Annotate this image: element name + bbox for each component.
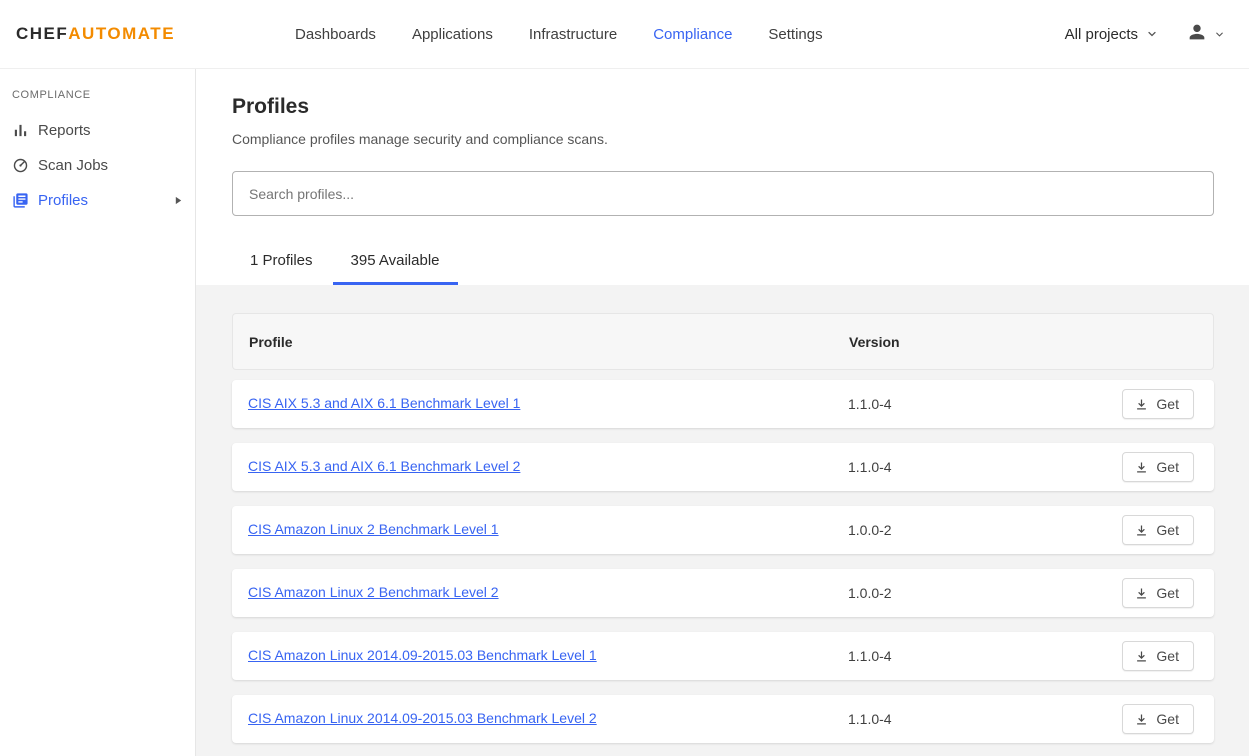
user-menu[interactable] (1186, 21, 1225, 48)
profile-link[interactable]: CIS Amazon Linux 2014.09-2015.03 Benchma… (248, 710, 597, 726)
download-icon (1134, 523, 1149, 538)
primary-nav: Dashboards Applications Infrastructure C… (295, 26, 823, 43)
sidebar-item-label: Scan Jobs (38, 157, 108, 174)
table-row: CIS Amazon Linux 2 Benchmark Level 2 1.0… (232, 569, 1214, 617)
table-header-row: Profile Version (232, 313, 1214, 370)
chevron-down-icon (1214, 29, 1225, 40)
tab-my-profiles[interactable]: 1 Profiles (232, 242, 331, 285)
get-button-label: Get (1156, 648, 1179, 664)
chevron-down-icon (1146, 28, 1158, 40)
tab-available-profiles[interactable]: 395 Available (333, 242, 458, 285)
profile-version: 1.1.0-4 (848, 648, 1122, 664)
download-icon (1134, 712, 1149, 727)
sidebar-item-profiles[interactable]: Profiles (0, 183, 195, 218)
profiles-tabs: 1 Profiles 395 Available (232, 242, 1214, 285)
expand-triangle-icon[interactable] (174, 196, 183, 205)
get-button-label: Get (1156, 396, 1179, 412)
chef-automate-logo[interactable]: CHEFAUTOMATE (16, 24, 175, 44)
get-profile-button[interactable]: Get (1122, 578, 1194, 608)
table-row: CIS AIX 5.3 and AIX 6.1 Benchmark Level … (232, 443, 1214, 491)
download-icon (1134, 460, 1149, 475)
download-icon (1134, 649, 1149, 664)
radar-icon (12, 157, 29, 174)
profile-version: 1.1.0-4 (848, 711, 1122, 727)
table-row: CIS Amazon Linux 2 Benchmark Level 1 1.0… (232, 506, 1214, 554)
sidebar-item-reports[interactable]: Reports (0, 113, 195, 148)
app-root: CHEFAUTOMATE Dashboards Applications Inf… (0, 0, 1249, 756)
search-input[interactable] (232, 171, 1214, 216)
column-header-version: Version (849, 334, 1193, 350)
logo-chef-text: CHEF (16, 24, 68, 44)
nav-infrastructure[interactable]: Infrastructure (529, 26, 617, 43)
search-container (232, 171, 1214, 216)
profiles-list-section: Profile Version CIS AIX 5.3 and AIX 6.1 … (196, 285, 1249, 756)
sidebar-item-label: Profiles (38, 192, 88, 209)
get-profile-button[interactable]: Get (1122, 641, 1194, 671)
nav-dashboards[interactable]: Dashboards (295, 26, 376, 43)
profile-version: 1.0.0-2 (848, 522, 1122, 538)
table-row: CIS Amazon Linux 2014.09-2015.03 Benchma… (232, 632, 1214, 680)
get-profile-button[interactable]: Get (1122, 452, 1194, 482)
nav-applications[interactable]: Applications (412, 26, 493, 43)
table-row: CIS Amazon Linux 2014.09-2015.03 Benchma… (232, 695, 1214, 743)
get-profile-button[interactable]: Get (1122, 389, 1194, 419)
page-title: Profiles (232, 95, 1214, 119)
profile-link[interactable]: CIS AIX 5.3 and AIX 6.1 Benchmark Level … (248, 458, 520, 474)
projects-filter-label: All projects (1065, 26, 1138, 43)
profile-version: 1.1.0-4 (848, 396, 1122, 412)
top-navbar: CHEFAUTOMATE Dashboards Applications Inf… (0, 0, 1249, 69)
column-header-profile: Profile (249, 334, 849, 350)
page-body: COMPLIANCE Reports Scan Jobs Profiles (0, 69, 1249, 756)
get-profile-button[interactable]: Get (1122, 515, 1194, 545)
logo-automate-text: AUTOMATE (68, 24, 175, 44)
get-profile-button[interactable]: Get (1122, 704, 1194, 734)
sidebar-item-scan-jobs[interactable]: Scan Jobs (0, 148, 195, 183)
profile-version: 1.0.0-2 (848, 585, 1122, 601)
profile-link[interactable]: CIS AIX 5.3 and AIX 6.1 Benchmark Level … (248, 395, 520, 411)
profile-link[interactable]: CIS Amazon Linux 2014.09-2015.03 Benchma… (248, 647, 597, 663)
nav-compliance[interactable]: Compliance (653, 26, 732, 43)
get-button-label: Get (1156, 711, 1179, 727)
get-button-label: Get (1156, 522, 1179, 538)
bar-chart-icon (12, 122, 29, 139)
get-button-label: Get (1156, 459, 1179, 475)
compliance-sidebar: COMPLIANCE Reports Scan Jobs Profiles (0, 69, 196, 756)
navbar-right: All projects (1065, 21, 1225, 48)
user-avatar-icon (1186, 21, 1208, 48)
sidebar-item-label: Reports (38, 122, 91, 139)
library-books-icon (12, 192, 29, 209)
table-row: CIS AIX 5.3 and AIX 6.1 Benchmark Level … (232, 380, 1214, 428)
download-icon (1134, 397, 1149, 412)
sidebar-heading: COMPLIANCE (0, 89, 195, 101)
main-content: Profiles Compliance profiles manage secu… (196, 69, 1249, 756)
projects-filter-dropdown[interactable]: All projects (1065, 26, 1158, 43)
profile-link[interactable]: CIS Amazon Linux 2 Benchmark Level 1 (248, 521, 499, 537)
get-button-label: Get (1156, 585, 1179, 601)
profile-link[interactable]: CIS Amazon Linux 2 Benchmark Level 2 (248, 584, 499, 600)
page-subtitle: Compliance profiles manage security and … (232, 131, 1214, 147)
profile-version: 1.1.0-4 (848, 459, 1122, 475)
nav-settings[interactable]: Settings (768, 26, 822, 43)
main-header-section: Profiles Compliance profiles manage secu… (196, 69, 1249, 285)
download-icon (1134, 586, 1149, 601)
